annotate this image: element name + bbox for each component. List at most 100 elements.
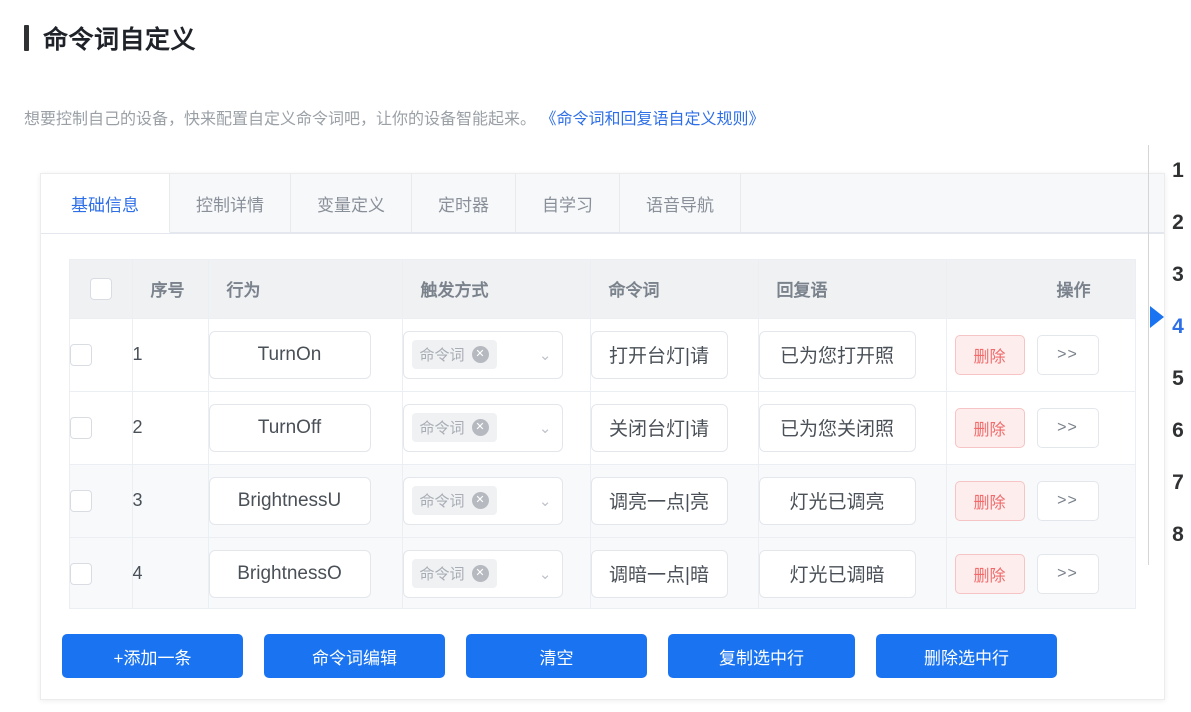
row-checkbox[interactable] — [70, 343, 92, 366]
trigger-tag-label: 命令词 — [419, 493, 465, 510]
tab-voice-navigation[interactable]: 语音导航 — [620, 174, 741, 233]
rules-link[interactable]: 《命令词和回复语自定义规则》 — [540, 111, 764, 128]
trigger-select[interactable]: 命令词 ✕ ⌄ — [402, 403, 563, 452]
command-input[interactable]: 打开台灯|请 — [590, 330, 728, 379]
delete-row-button[interactable]: 删除 — [954, 334, 1025, 375]
expand-row-button[interactable]: >> — [1036, 480, 1099, 521]
select-all-checkbox[interactable] — [89, 277, 112, 300]
close-icon[interactable]: ✕ — [471, 492, 489, 509]
row-trigger-cell: 命令词 ✕ ⌄ — [402, 391, 591, 465]
trigger-tag-label: 命令词 — [419, 420, 465, 437]
row-reply-cell: 已为您打开照 — [758, 318, 947, 392]
rail-number-6[interactable]: 6 — [1165, 405, 1191, 457]
reply-input[interactable]: 已为您打开照 — [758, 330, 916, 379]
tab-label: 定时器 — [438, 195, 489, 215]
trigger-tag[interactable]: 命令词 ✕ — [411, 340, 497, 369]
row-reply-cell: 灯光已调亮 — [758, 464, 947, 538]
row-number-rail: 1 2 3 4 5 6 7 8 — [1165, 145, 1191, 561]
table-header-row: 序号 行为 触发方式 命令词 回复语 操作 — [70, 260, 1135, 319]
reply-input[interactable]: 灯光已调亮 — [758, 476, 916, 525]
page-root: 命令词自定义 想要控制自己的设备，快来配置自定义命令词吧，让你的设备智能起来。 … — [0, 0, 1191, 712]
table-row: 3 BrightnessU 命令词 ✕ ⌄ 调亮一点|亮 灯光已调亮 删除 >> — [70, 464, 1136, 538]
command-input[interactable]: 调亮一点|亮 — [590, 476, 728, 525]
page-header: 命令词自定义 — [24, 20, 196, 56]
command-table-scroll[interactable]: 序号 行为 触发方式 命令词 回复语 操作 1 TurnOn 命令词 ✕ ⌄ 打… — [69, 259, 1136, 609]
table-row: 2 TurnOff 命令词 ✕ ⌄ 关闭台灯|请 已为您关闭照 删除 >> — [70, 391, 1136, 465]
delete-selected-button[interactable]: 删除选中行 — [876, 634, 1057, 678]
tab-bar: 基础信息 控制详情 变量定义 定时器 自学习 语音导航 — [41, 174, 1164, 234]
row-operation-cell: 删除 >> — [946, 391, 1136, 465]
row-index: 2 — [132, 391, 209, 465]
row-checkbox[interactable] — [70, 489, 92, 512]
row-command-cell: 关闭台灯|请 — [590, 391, 759, 465]
row-action-cell: TurnOff — [208, 391, 403, 465]
trigger-tag[interactable]: 命令词 ✕ — [411, 559, 497, 588]
tab-control-detail[interactable]: 控制详情 — [170, 174, 291, 233]
delete-row-button[interactable]: 删除 — [954, 407, 1025, 448]
tab-basic-info[interactable]: 基础信息 — [41, 174, 170, 233]
action-input[interactable]: TurnOff — [208, 403, 371, 452]
rail-number-1[interactable]: 1 — [1165, 145, 1191, 197]
row-checkbox[interactable] — [70, 562, 92, 585]
reply-input[interactable]: 灯光已调暗 — [758, 549, 916, 598]
operation-buttons: 删除 >> — [947, 407, 1136, 448]
row-index: 3 — [132, 464, 209, 538]
row-trigger-cell: 命令词 ✕ ⌄ — [402, 464, 591, 538]
row-action-cell: BrightnessO — [208, 537, 403, 608]
row-checkbox[interactable] — [70, 416, 92, 439]
trigger-select[interactable]: 命令词 ✕ ⌄ — [402, 549, 563, 598]
action-input[interactable]: TurnOn — [208, 330, 371, 379]
tab-self-learning[interactable]: 自学习 — [516, 174, 620, 233]
edit-command-button[interactable]: 命令词编辑 — [264, 634, 445, 678]
command-table: 序号 行为 触发方式 命令词 回复语 操作 1 TurnOn 命令词 ✕ ⌄ 打… — [70, 260, 1136, 608]
expand-row-button[interactable]: >> — [1036, 334, 1099, 375]
row-operation-cell: 删除 >> — [946, 537, 1136, 608]
rail-number-4[interactable]: 4 — [1165, 301, 1191, 353]
column-header-index: 序号 — [132, 260, 209, 319]
chevron-down-icon[interactable]: ⌄ — [539, 565, 554, 583]
row-select-cell — [70, 391, 133, 465]
chevron-down-icon[interactable]: ⌄ — [539, 419, 554, 437]
delete-row-button[interactable]: 删除 — [954, 480, 1025, 521]
command-input[interactable]: 调暗一点|暗 — [590, 549, 728, 598]
operation-buttons: 删除 >> — [947, 553, 1136, 594]
tab-timer[interactable]: 定时器 — [412, 174, 516, 233]
trigger-select[interactable]: 命令词 ✕ ⌄ — [402, 330, 563, 379]
trigger-select[interactable]: 命令词 ✕ ⌄ — [402, 476, 563, 525]
row-reply-cell: 已为您关闭照 — [758, 391, 947, 465]
tab-variable-define[interactable]: 变量定义 — [291, 174, 412, 233]
row-select-cell — [70, 537, 133, 608]
trigger-tag[interactable]: 命令词 ✕ — [411, 486, 497, 515]
copy-selected-button[interactable]: 复制选中行 — [668, 634, 855, 678]
expand-row-button[interactable]: >> — [1036, 553, 1099, 594]
row-select-cell — [70, 464, 133, 538]
expand-row-button[interactable]: >> — [1036, 407, 1099, 448]
rail-number-8[interactable]: 8 — [1165, 509, 1191, 561]
rail-number-2[interactable]: 2 — [1165, 197, 1191, 249]
trigger-tag[interactable]: 命令词 ✕ — [411, 413, 497, 442]
rail-number-7[interactable]: 7 — [1165, 457, 1191, 509]
rail-number-5[interactable]: 5 — [1165, 353, 1191, 405]
close-icon[interactable]: ✕ — [471, 346, 489, 363]
close-icon[interactable]: ✕ — [471, 565, 489, 582]
column-header-trigger: 触发方式 — [402, 260, 591, 319]
row-command-cell: 调暗一点|暗 — [590, 537, 759, 608]
operation-buttons: 删除 >> — [947, 334, 1136, 375]
tab-label: 控制详情 — [196, 195, 264, 215]
row-action-cell: TurnOn — [208, 318, 403, 392]
operation-buttons: 删除 >> — [947, 480, 1136, 521]
reply-input[interactable]: 已为您关闭照 — [758, 403, 916, 452]
close-icon[interactable]: ✕ — [471, 419, 489, 436]
delete-row-button[interactable]: 删除 — [954, 553, 1025, 594]
clear-button[interactable]: 清空 — [466, 634, 647, 678]
add-row-button[interactable]: +添加一条 — [62, 634, 243, 678]
page-description: 想要控制自己的设备，快来配置自定义命令词吧，让你的设备智能起来。 《命令词和回复… — [24, 105, 764, 129]
chevron-down-icon[interactable]: ⌄ — [539, 346, 554, 364]
action-input[interactable]: BrightnessU — [208, 476, 371, 525]
column-header-operation: 操作 — [946, 260, 1135, 319]
rail-number-3[interactable]: 3 — [1165, 249, 1191, 301]
row-index: 1 — [132, 318, 209, 392]
command-input[interactable]: 关闭台灯|请 — [590, 403, 728, 452]
chevron-down-icon[interactable]: ⌄ — [539, 492, 554, 510]
action-input[interactable]: BrightnessO — [208, 549, 371, 598]
